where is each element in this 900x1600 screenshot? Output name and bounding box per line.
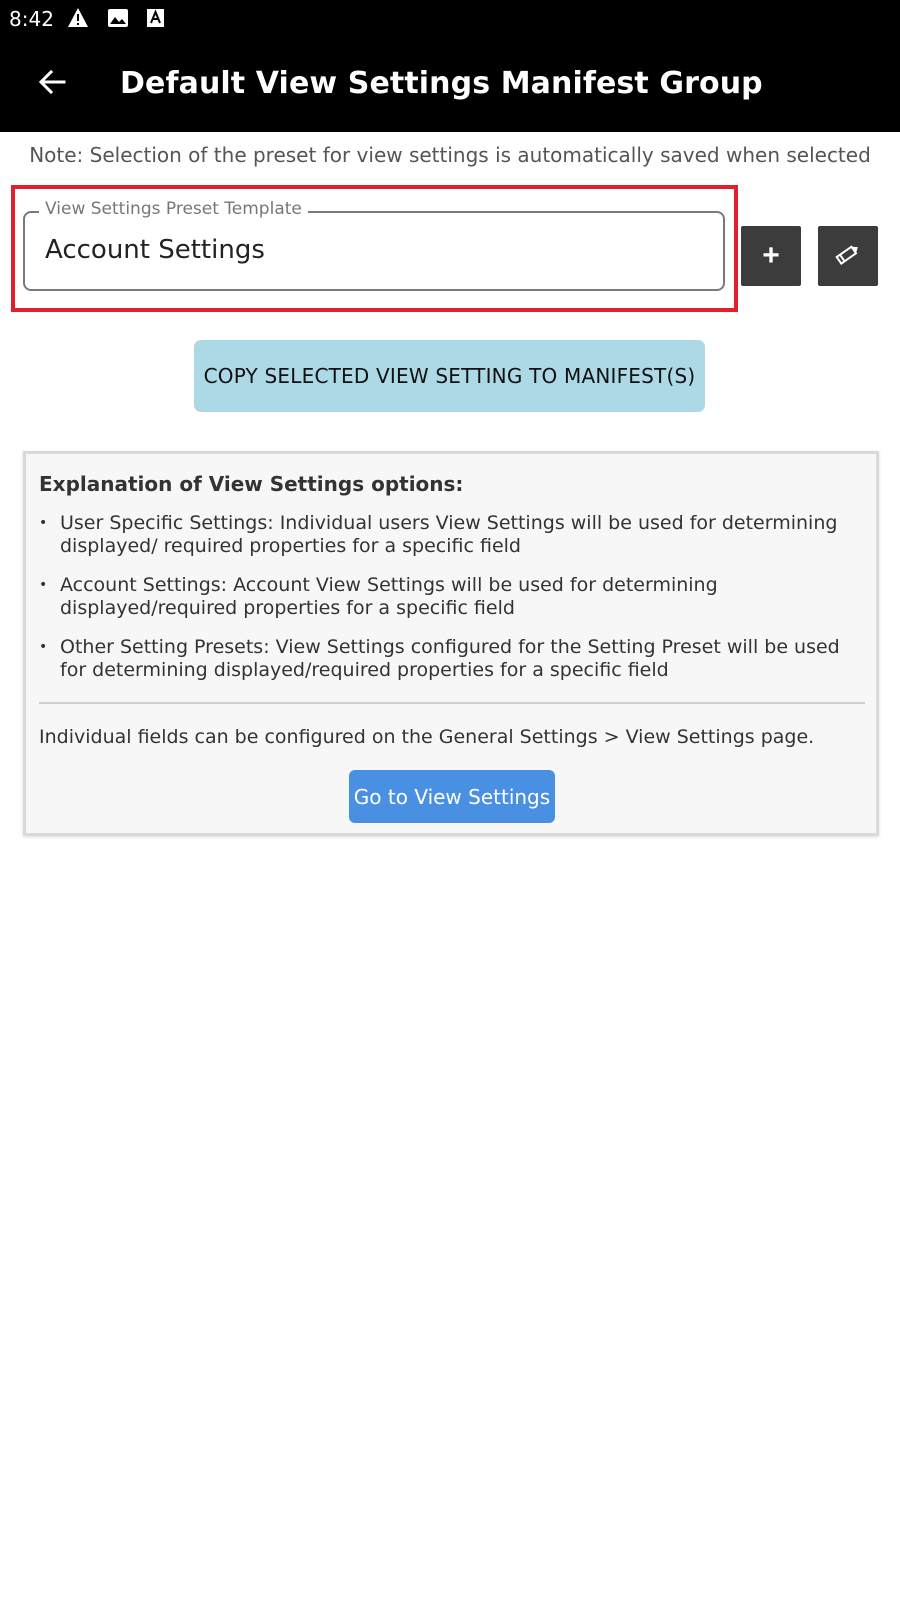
status-time: 8:42 — [9, 7, 54, 31]
divider — [39, 702, 865, 704]
arrow-left-icon — [37, 67, 67, 102]
copy-to-manifest-button[interactable]: COPY SELECTED VIEW SETTING TO MANIFEST(S… — [194, 340, 705, 412]
list-item: • User Specific Settings: Individual user… — [39, 512, 838, 557]
view-settings-info: Individual fields can be configured on t… — [39, 726, 815, 748]
go-to-view-settings-label: Go to View Settings — [353, 784, 551, 809]
list-item-text: Other Setting Presets: View Settings con… — [60, 636, 840, 681]
preset-template-label: View Settings Preset Template — [39, 199, 308, 219]
explanation-list: • User Specific Settings: Individual user… — [39, 512, 859, 698]
back-button[interactable] — [24, 60, 80, 108]
pencil-icon — [834, 240, 862, 273]
text-recognition-icon — [145, 7, 167, 29]
explanation-panel: Explanation of View Settings options: • U… — [23, 451, 879, 836]
list-item: • Account Settings: Account View Settings… — [39, 574, 718, 619]
add-label: + — [762, 239, 780, 272]
warning-icon — [67, 7, 89, 29]
app-bar: Default View Settings Manifest Group — [0, 36, 900, 132]
preset-template-field[interactable]: View Settings Preset Template Account Se… — [23, 199, 725, 291]
page-title: Default View Settings Manifest Group — [120, 66, 763, 101]
explanation-title: Explanation of View Settings options: — [39, 472, 464, 496]
image-icon — [107, 7, 129, 29]
status-bar: 8:42 — [0, 0, 900, 36]
list-item-text: Account Settings: Account View Settings … — [60, 574, 718, 619]
list-item-text: User Specific Settings: Individual users… — [60, 512, 838, 557]
go-to-view-settings-button[interactable]: Go to View Settings — [349, 770, 555, 823]
list-item: • Other Setting Presets: View Settings co… — [39, 636, 840, 681]
add-preset-button[interactable]: + — [741, 226, 801, 286]
copy-button-label: COPY SELECTED VIEW SETTING TO MANIFEST(S… — [203, 364, 696, 388]
preset-template-value: Account Settings — [45, 235, 265, 265]
autosave-note: Note: Selection of the preset for view s… — [29, 143, 871, 167]
edit-preset-button[interactable] — [818, 226, 878, 286]
